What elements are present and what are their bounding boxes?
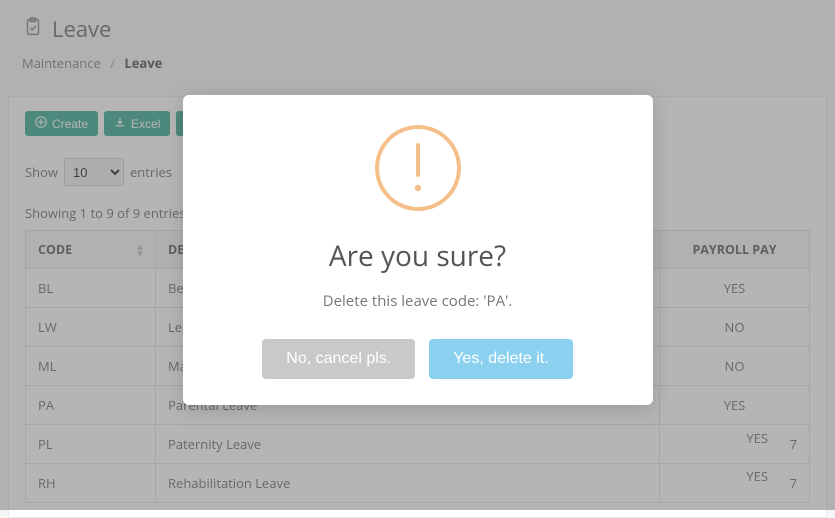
confirm-delete-button[interactable]: Yes, delete it. bbox=[429, 339, 572, 379]
modal-title: Are you sure? bbox=[211, 237, 625, 275]
cancel-button[interactable]: No, cancel pls. bbox=[262, 339, 415, 379]
modal-overlay[interactable]: Are you sure? Delete this leave code: 'P… bbox=[0, 0, 835, 510]
modal-message: Delete this leave code: 'PA'. bbox=[211, 291, 625, 311]
confirm-modal: Are you sure? Delete this leave code: 'P… bbox=[183, 95, 653, 405]
warning-icon bbox=[375, 125, 461, 211]
